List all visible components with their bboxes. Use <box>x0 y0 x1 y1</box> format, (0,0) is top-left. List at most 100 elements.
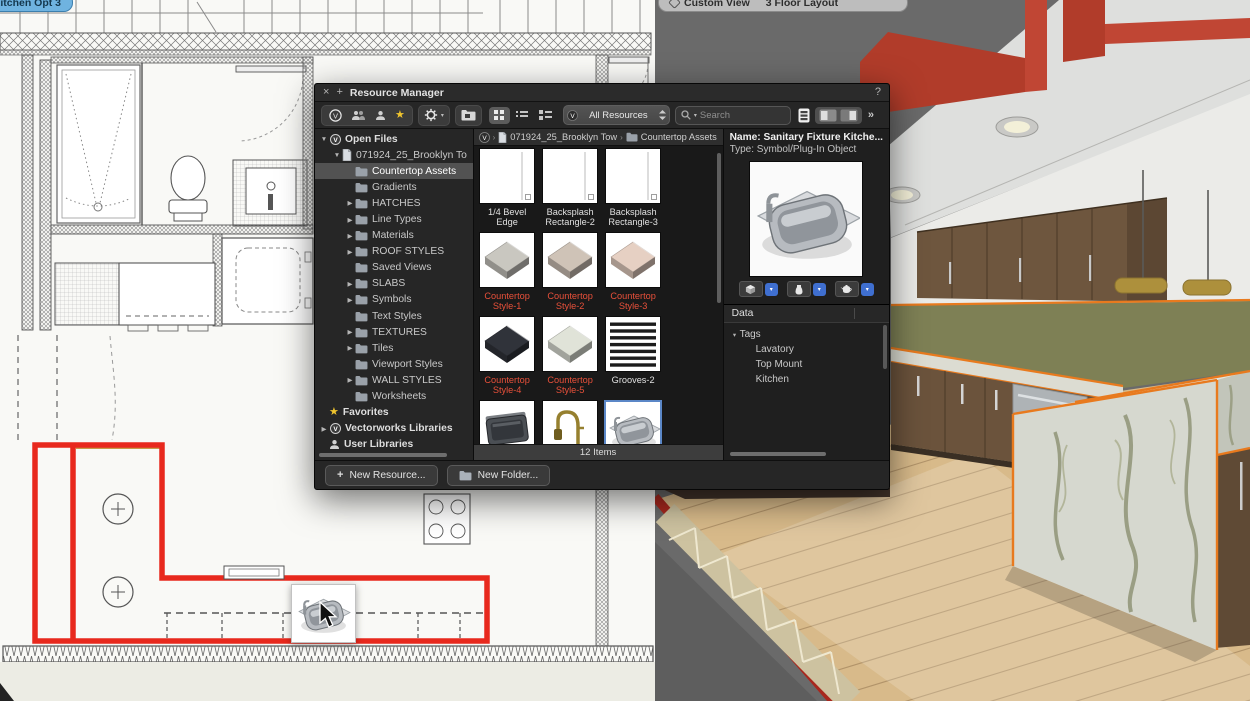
resource-item-countertop-style-2[interactable]: Countertop Style-2 <box>539 232 602 312</box>
file-icon <box>498 132 507 143</box>
grid-vertical-scrollbar[interactable] <box>717 153 721 303</box>
resource-browser: V › 071924_25_Brooklyn Tow › Countertop … <box>474 129 723 460</box>
resource-thumbnail[interactable] <box>542 232 598 288</box>
resource-thumbnail[interactable] <box>605 148 661 204</box>
tree-item-countertop-assets[interactable]: Countertop Assets <box>315 163 473 179</box>
resource-item-countertop-style-4[interactable]: Countertop Style-4 <box>476 316 539 396</box>
tree-item-line-types[interactable]: ▶Line Types <box>315 211 473 227</box>
resource-item-backsplash-rectangle-2[interactable]: Backsplash Rectangle-2 <box>539 148 602 228</box>
resource-thumbnail[interactable] <box>479 148 535 204</box>
resource-thumbnail[interactable] <box>605 316 661 372</box>
new-resource-label: New Resource... <box>349 470 425 481</box>
window-title: Resource Manager <box>350 87 444 99</box>
texture-preview-button[interactable] <box>835 281 859 297</box>
list-view-button[interactable] <box>512 107 533 124</box>
expand-panel-icon[interactable]: » <box>868 109 874 121</box>
resource-thumbnail[interactable] <box>479 232 535 288</box>
tree-horizontal-scrollbar[interactable] <box>319 453 447 457</box>
plan-wall-left <box>22 55 33 330</box>
tree-item-gradients[interactable]: Gradients <box>315 179 473 195</box>
breadcrumb-file[interactable]: 071924_25_Brooklyn Tow <box>510 132 617 142</box>
grid-view-button[interactable] <box>489 107 510 124</box>
tree-item-materials[interactable]: ▶Materials <box>315 228 473 244</box>
group-libraries-icon[interactable] <box>351 110 366 121</box>
texture-preview-dropdown[interactable]: ▾ <box>861 283 874 296</box>
teapot-icon <box>840 284 853 294</box>
help-icon[interactable]: ? <box>875 87 881 98</box>
tree-item-wall-styles[interactable]: ▶WALL STYLES <box>315 372 473 388</box>
resource-thumbnail[interactable] <box>542 316 598 372</box>
tag-kitchen[interactable]: Kitchen <box>730 372 889 387</box>
tree-item-tiles[interactable]: ▶Tiles <box>315 340 473 356</box>
resource-filter-dropdown[interactable]: V All Resources <box>563 105 670 125</box>
resource-item-1-4-bevel-edge[interactable]: 1/4 Bevel Edge <box>476 148 539 228</box>
breadcrumb-folder[interactable]: Countertop Assets <box>641 132 717 142</box>
tree-item-symbols[interactable]: ▶Symbols <box>315 292 473 308</box>
folder-icon <box>355 343 368 354</box>
resource-label: Countertop Style-2 <box>540 291 600 312</box>
resource-item-grooves-2[interactable]: Grooves-2 <box>602 316 665 396</box>
resource-thumbnail[interactable] <box>542 148 598 204</box>
resource-item-kraus-kore-33-workstation-sink-5[interactable]: Kraus Kore 33" Workstation Sink-5 <box>476 400 539 444</box>
new-resource-button[interactable]: + New Resource... <box>325 465 438 486</box>
resource-item-countertop-style-3[interactable]: Countertop Style-3 <box>602 232 665 312</box>
resource-item-kraus-oletto-faucet-gold[interactable]: Kraus Oletto Faucet-Gold <box>539 400 602 444</box>
resource-thumbnail[interactable] <box>605 232 661 288</box>
tree-item-saved-views[interactable]: Saved Views <box>315 260 473 276</box>
screen: 3 Kitchen Opt 3 Custom View 3 Floor Layo… <box>0 0 1250 701</box>
render-mode-dropdown[interactable]: ▾ <box>765 283 778 296</box>
preview-left-toggle[interactable] <box>819 109 837 122</box>
preview-vertical-scrollbar[interactable] <box>883 325 887 369</box>
tree-item-favorites[interactable]: ★Favorites <box>315 405 473 421</box>
resource-item-sanitary-fixture-kitchen-one-sink[interactable]: Sanitary Fixture Kitchen One Sink <box>602 400 665 444</box>
resource-thumbnail[interactable] <box>479 316 535 372</box>
data-section-header[interactable]: Data <box>724 304 889 323</box>
tree-item-vectorworks-libraries[interactable]: ▶VVectorworks Libraries <box>315 421 473 437</box>
favorites-star-icon[interactable]: ★ <box>395 110 405 121</box>
tree-item-slabs[interactable]: ▶SLABS <box>315 276 473 292</box>
folder-icon <box>355 375 368 386</box>
new-folder-tool-button[interactable] <box>455 105 482 126</box>
plus-icon: + <box>337 469 343 481</box>
resource-manager-titlebar[interactable]: × + Resource Manager ? <box>315 84 889 102</box>
breadcrumb[interactable]: V › 071924_25_Brooklyn Tow › Countertop … <box>474 129 723 146</box>
tree-item-user-libraries[interactable]: User Libraries <box>315 437 473 453</box>
preview-list-icon[interactable] <box>798 108 810 123</box>
preview-right-toggle[interactable] <box>840 109 858 122</box>
render-mode-button[interactable] <box>739 281 763 297</box>
resource-label: Grooves-2 <box>612 375 655 385</box>
tags-group[interactable]: ▾ Tags <box>730 327 889 342</box>
tag-top-mount[interactable]: Top Mount <box>730 357 889 372</box>
tree-item-text-styles[interactable]: Text Styles <box>315 308 473 324</box>
tree-item-roof-styles[interactable]: ▶ROOF STYLES <box>315 244 473 260</box>
tree-item-textures[interactable]: ▶TEXTURES <box>315 324 473 340</box>
resource-thumbnail[interactable] <box>479 400 535 444</box>
tree-item-071924-25-brooklyn-to[interactable]: ▼071924_25_Brooklyn To <box>315 147 473 163</box>
render-viewport-label[interactable]: Custom View 3 Floor Layout <box>658 0 908 12</box>
object-preview-button[interactable] <box>787 281 811 297</box>
breadcrumb-home-icon: V <box>479 132 490 143</box>
tree-item-viewport-styles[interactable]: Viewport Styles <box>315 356 473 372</box>
tree-item-open-files[interactable]: ▼VOpen Files <box>315 131 473 147</box>
tree-item-worksheets[interactable]: Worksheets <box>315 389 473 405</box>
resource-item-countertop-style-1[interactable]: Countertop Style-1 <box>476 232 539 312</box>
preview-horizontal-scrollbar[interactable] <box>730 452 826 456</box>
tree-item-label: Line Types <box>372 214 422 225</box>
search-input[interactable]: ▾ Search <box>675 106 791 125</box>
tag-lavatory[interactable]: Lavatory <box>730 342 889 357</box>
resource-thumbnail[interactable] <box>604 400 662 444</box>
tree-item-hatches[interactable]: ▶HATCHES <box>315 195 473 211</box>
new-folder-button[interactable]: New Folder... <box>447 465 551 486</box>
close-icon[interactable]: × <box>323 87 329 98</box>
folder-icon <box>355 246 368 257</box>
plan-viewport-label[interactable]: 3 Kitchen Opt 3 <box>0 0 73 12</box>
detail-view-button[interactable] <box>535 107 556 124</box>
resource-item-backsplash-rectangle-3[interactable]: Backsplash Rectangle-3 <box>602 148 665 228</box>
resource-item-countertop-style-5[interactable]: Countertop Style-5 <box>539 316 602 396</box>
object-preview-dropdown[interactable]: ▾ <box>813 283 826 296</box>
settings-button[interactable]: ▾ <box>418 105 450 126</box>
resource-thumbnail[interactable] <box>542 400 598 444</box>
add-window-icon[interactable]: + <box>336 87 342 98</box>
user-libraries-icon[interactable] <box>375 110 386 121</box>
vectorworks-logo-icon[interactable]: V <box>329 109 342 122</box>
